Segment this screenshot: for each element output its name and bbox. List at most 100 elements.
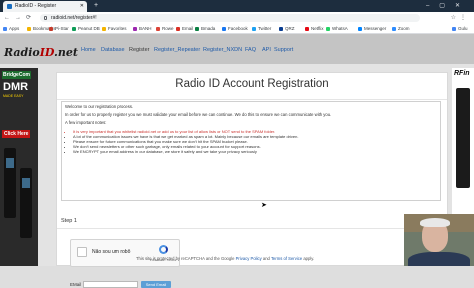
page-title: Radio ID Account Registration xyxy=(175,78,329,90)
bookmark-label: Netflix xyxy=(311,26,324,31)
bookmark-item[interactable]: BANH xyxy=(133,24,152,34)
bookmark-favicon-icon xyxy=(3,26,7,31)
email-field[interactable] xyxy=(83,281,138,288)
recaptcha-checkbox[interactable] xyxy=(77,247,87,257)
registration-notice: Welcome to our registration process. In … xyxy=(61,101,441,201)
registration-card: Radio ID Account Registration Welcome to… xyxy=(56,72,448,288)
divider xyxy=(57,99,447,100)
bookmark-favicon-icon xyxy=(305,26,309,31)
recaptcha-footer: This site is protected by reCAPTCHA and … xyxy=(136,256,314,261)
welcome-text: Welcome to our registration process. xyxy=(65,104,134,109)
bookmark-favicon-icon xyxy=(72,26,76,31)
bookmark-item[interactable]: Messenger xyxy=(358,24,386,34)
logo-radio: Radio xyxy=(4,46,40,59)
ad-title: DMR xyxy=(3,81,29,93)
navigation-buttons[interactable]: ←→⟳ xyxy=(4,12,36,24)
bookmark-item[interactable]: WhatsA xyxy=(326,24,348,34)
bookmark-label: Peanut DB xyxy=(78,26,100,31)
nav-link-api[interactable]: API xyxy=(262,47,271,53)
bookmark-label: QRZ xyxy=(285,26,295,31)
page-content: RadioID.net Home Database Register Register… xyxy=(0,34,474,288)
terms-of-service-link[interactable]: Terms of Service xyxy=(271,256,302,261)
url-text[interactable]: radioid.net/register#! xyxy=(51,14,97,22)
bookmark-item[interactable]: Zoom xyxy=(392,24,410,34)
bookmark-favicon-icon xyxy=(133,26,137,31)
intro-text: In order for us to properly register you… xyxy=(65,112,332,118)
address-bar[interactable]: radioid.net/register#! xyxy=(40,14,420,22)
bookmark-favicon-icon xyxy=(326,26,330,31)
logo-id: ID xyxy=(39,46,55,59)
nav-link-support[interactable]: Support xyxy=(274,47,293,53)
ad-brand-right: RFin xyxy=(454,70,470,77)
webcam-overlay xyxy=(404,214,474,266)
bookmark-item[interactable]: Gulu xyxy=(452,24,468,34)
bookmark-label: BANH xyxy=(139,26,152,31)
nav-link-register[interactable]: Register xyxy=(129,47,149,53)
divider xyxy=(57,228,447,229)
bookmark-favicon-icon xyxy=(252,26,256,31)
bookmark-favicon-icon xyxy=(392,26,396,31)
bookmark-item[interactable]: Apps xyxy=(3,24,19,34)
bookmark-label: Messenger xyxy=(364,26,387,31)
bookmark-favicon-icon xyxy=(358,26,362,31)
radioid-logo[interactable]: RadioID.net xyxy=(4,46,78,59)
email-label: EMail xyxy=(70,282,82,287)
bookmark-favicon-icon xyxy=(176,26,180,31)
bookmark-label: Gulu xyxy=(458,26,468,31)
privacy-policy-link[interactable]: Privacy Policy xyxy=(236,256,262,261)
bookmark-favicon-icon xyxy=(102,26,106,31)
nav-link-faq[interactable]: FAQ xyxy=(245,47,256,53)
nav-link-home[interactable]: Home xyxy=(81,47,96,53)
bookmark-item[interactable]: Rowe xyxy=(156,24,174,34)
send-email-button[interactable]: Send Email xyxy=(141,281,171,288)
bookmark-item[interactable]: Email xyxy=(176,24,193,34)
bookmark-favicon-icon xyxy=(156,26,160,31)
site-header: RadioID.net Home Database Register Register… xyxy=(0,34,474,64)
browser-toolbar: ←→⟳ radioid.net/register#! ☆⋮ xyxy=(0,12,474,24)
bookmark-label: Pi-Star xyxy=(55,26,69,31)
window-controls[interactable]: –▢✕ xyxy=(426,0,470,12)
bookmark-item[interactable]: Favorites xyxy=(102,24,127,34)
bookmark-favicon-icon xyxy=(222,26,226,31)
lock-icon xyxy=(44,16,47,20)
bookmark-item[interactable]: QRZ xyxy=(279,24,295,34)
bookmark-item[interactable]: Twitter xyxy=(252,24,271,34)
new-tab-icon[interactable]: + xyxy=(94,0,98,12)
bookmark-item[interactable]: Facebook xyxy=(222,24,248,34)
close-tab-icon[interactable]: ✕ xyxy=(80,1,84,12)
notes-list: It is very important that you whitelist … xyxy=(65,129,437,154)
browser-tabstrip: RadioID - Register ✕ + –▢✕ xyxy=(0,0,474,12)
logo-net: .net xyxy=(54,46,78,59)
bookmark-favicon-icon xyxy=(49,26,53,31)
ad-brand: BridgeCom xyxy=(2,71,31,79)
bookmark-label: Favorites xyxy=(108,26,127,31)
bookmark-item[interactable]: Netflix xyxy=(305,24,324,34)
recaptcha-label: Não sou um robô xyxy=(92,249,131,255)
bridgecom-advertisement[interactable]: BridgeCom DMR MADE EASY Click Here xyxy=(0,68,38,266)
bookmark-label: Twitter xyxy=(258,26,272,31)
nav-link-register-nxdn[interactable]: Register_NXDN xyxy=(203,47,242,53)
bookmark-label: Email xyxy=(182,26,194,31)
footer-suffix: apply. xyxy=(303,256,315,261)
bookmark-item[interactable]: Pi-Star xyxy=(49,24,69,34)
footer-prefix: This site is protected by reCAPTCHA and … xyxy=(136,256,235,261)
bookmark-favicon-icon xyxy=(27,26,31,31)
bookmark-label: WhatsA xyxy=(332,26,348,31)
bookmark-label: Zoom xyxy=(398,26,410,31)
bookmarks-bar: Apps Bookmarks Pi-Star Peanut DB Favorites BA… xyxy=(0,24,474,34)
bookmark-item[interactable]: Peanut DB xyxy=(72,24,100,34)
recaptcha-logo-icon xyxy=(159,245,168,254)
bookmark-item[interactable]: Bmada xyxy=(195,24,215,34)
bookmark-label: Facebook xyxy=(228,26,248,31)
mouse-cursor-icon: ➤ xyxy=(261,202,267,209)
toolbar-extension-icons[interactable]: ☆⋮ xyxy=(451,12,470,24)
tab-radioid-register[interactable]: RadioID - Register ✕ xyxy=(3,1,87,12)
nav-link-database[interactable]: Database xyxy=(101,47,125,53)
radio-image xyxy=(20,168,32,238)
nav-link-register-repeater[interactable]: Register_Repeater xyxy=(154,47,200,53)
radio-image xyxy=(4,148,16,218)
step-label: Step 1 xyxy=(61,218,77,224)
ad-click-here-button[interactable]: Click Here xyxy=(2,130,31,138)
bookmark-favicon-icon xyxy=(279,26,283,31)
bookmark-favicon-icon xyxy=(452,26,456,31)
